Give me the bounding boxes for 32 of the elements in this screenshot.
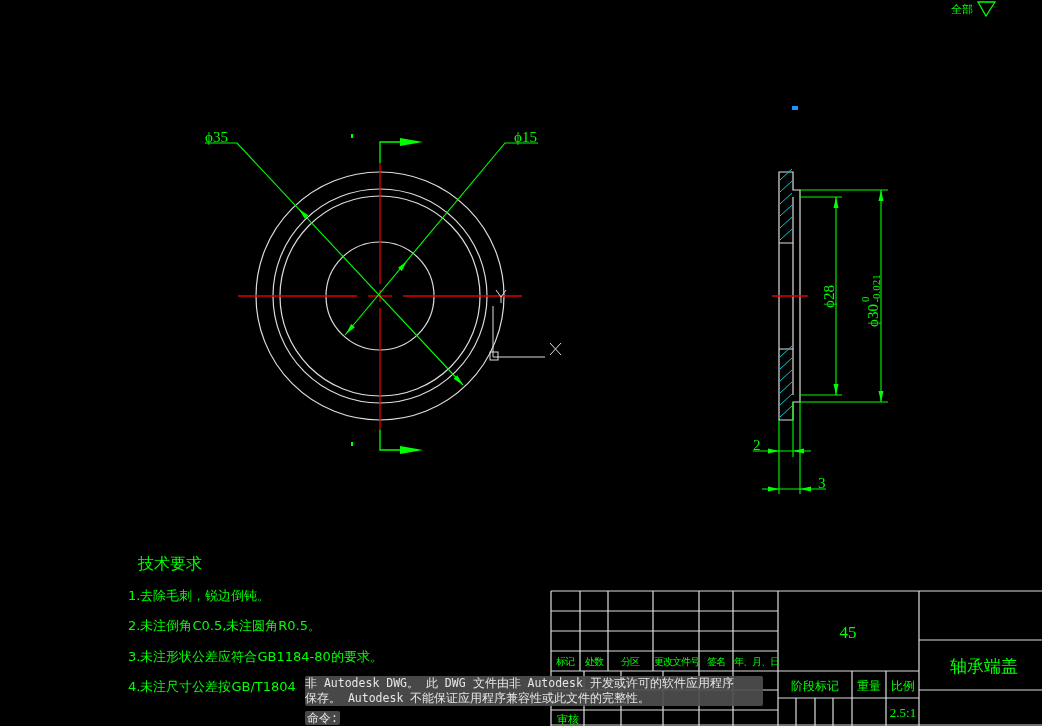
field-label: 审核	[557, 713, 579, 726]
scale-value: 2.5:1	[889, 705, 917, 720]
dimension-label: ϕ35	[205, 129, 228, 145]
dimension-label: 3	[818, 475, 826, 491]
dimension-label: ϕ28	[821, 285, 837, 308]
view-label[interactable]: 全部	[951, 3, 973, 16]
note-text: 4.未注尺寸公差按GB/T1804	[128, 679, 296, 694]
column-header: 更改文件号	[653, 656, 699, 667]
ucs-icon	[489, 289, 562, 361]
note-text: 1.去除毛刺，锐边倒钝。	[128, 588, 271, 603]
part-name: 轴承端盖	[950, 656, 1018, 676]
column-header: 签名	[707, 656, 725, 667]
note-text: 3.未注形状公差应符合GB1184-80的要求。	[128, 649, 383, 664]
section-arrow	[379, 429, 423, 454]
dimension-label: 2	[753, 437, 761, 453]
command-message: 非 Autodesk DWG。 此 DWG 文件由非 Autodesk 开发或许可的软件应用程序 保存。 Autodesk 不能保证应用程序兼容性或此文件的完整性。	[305, 676, 763, 706]
notes-heading: 技术要求	[138, 554, 202, 573]
section-arrow	[379, 138, 423, 164]
tick-mark	[351, 134, 353, 138]
note-text: 2.未注倒角C0.5,未注圆角R0.5。	[128, 618, 321, 633]
material-text: 45	[839, 623, 857, 642]
field-label: 阶段标记	[791, 679, 839, 693]
column-header: 分区	[621, 656, 639, 667]
column-header: 处数	[585, 656, 603, 667]
field-label: 重量	[857, 679, 881, 693]
field-label: 比例	[891, 679, 915, 693]
tick-mark	[351, 442, 353, 446]
column-header: 年、月、日	[733, 656, 779, 667]
dimension-label: ϕ15	[514, 129, 537, 145]
triangle-icon[interactable]	[976, 1, 997, 18]
column-header: 标记	[556, 656, 574, 667]
command-prompt[interactable]: 命令:	[305, 711, 340, 725]
